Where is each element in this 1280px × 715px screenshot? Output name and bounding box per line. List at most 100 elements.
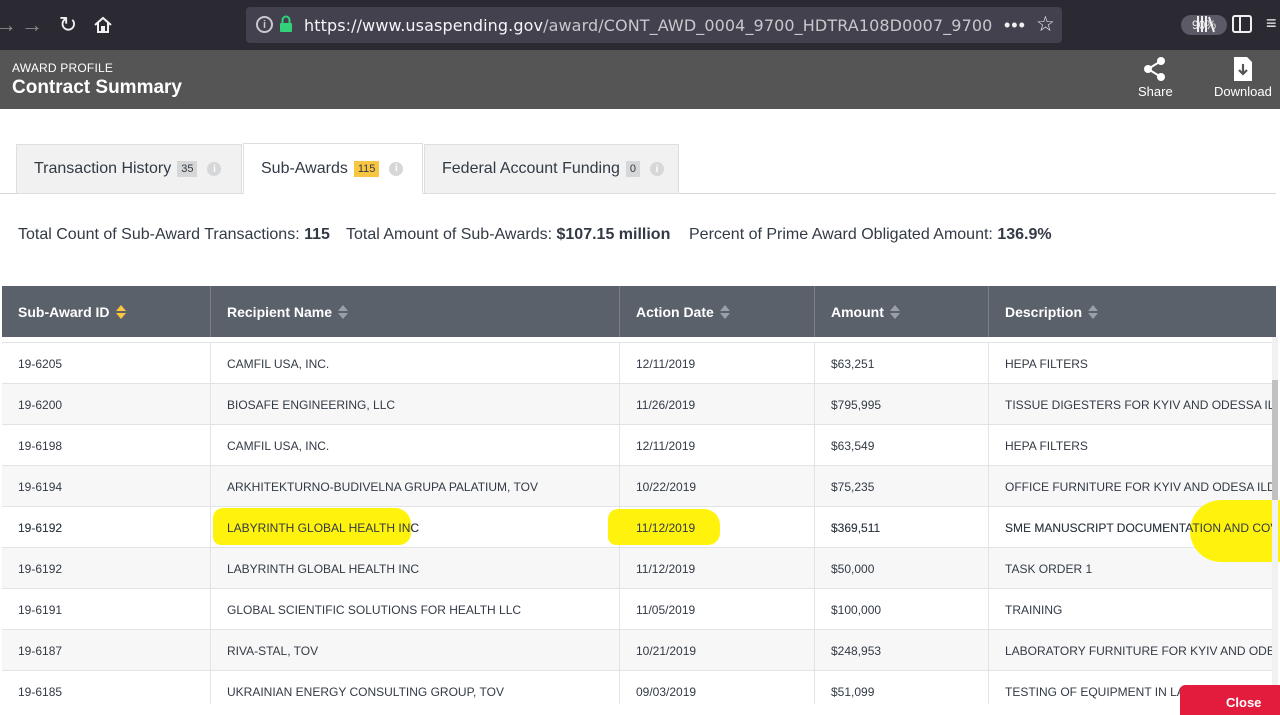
- column-label: Sub-Award ID: [18, 303, 110, 320]
- column-label: Action Date: [636, 303, 714, 320]
- share-button[interactable]: Share: [1138, 56, 1173, 99]
- highlight-mark: [1190, 500, 1280, 562]
- cell-amount: $63,251: [815, 343, 989, 384]
- table-row: 19-6192LABYRINTH GLOBAL HEALTH INC11/12/…: [2, 548, 1272, 589]
- cell-description: TISSUE DIGESTERS FOR KYIV AND ODESSA ILD: [1005, 397, 1272, 412]
- info-icon[interactable]: i: [389, 161, 404, 176]
- cell-recipient-name: CAMFIL USA, INC.: [211, 343, 620, 384]
- cell-description: HEPA FILTERS: [1005, 438, 1088, 453]
- summary-amount-value: $107.15 million: [556, 226, 671, 243]
- summary-amount: Total Amount of Sub-Awards: $107.15 mill…: [346, 226, 670, 244]
- cell-action-date: 11/12/2019: [620, 548, 815, 589]
- cell-recipient-name: ARKHITEKTURNO-BUDIVELNA GRUPA PALATIUM, …: [211, 466, 620, 507]
- browser-toolbar: → → ↻ i https://www.usaspending.gov/awar…: [0, 0, 1280, 50]
- cell-description: HEPA FILTERS: [1005, 356, 1088, 371]
- menu-icon[interactable]: ≡: [1266, 13, 1277, 34]
- tab-label: Transaction History: [34, 160, 172, 177]
- cell-recipient-name: GLOBAL SCIENTIFIC SOLUTIONS FOR HEALTH L…: [211, 589, 620, 630]
- table-row-partial: [2, 337, 1272, 343]
- close-label: Close: [1226, 695, 1262, 710]
- sort-icon[interactable]: [889, 304, 900, 319]
- cell-action-date: 10/21/2019: [620, 630, 815, 671]
- cell-amount: $100,000: [815, 589, 989, 630]
- cell-description: LABORATORY FURNITURE FOR KYIV AND ODESA …: [1005, 643, 1272, 658]
- cell-amount: $75,235: [815, 466, 989, 507]
- cell-sub-award-id: 19-6192: [2, 548, 211, 589]
- tab-count: 35: [177, 161, 198, 177]
- sort-icon[interactable]: [719, 304, 730, 319]
- library-icon[interactable]: [1196, 14, 1216, 39]
- reload-icon[interactable]: ↻: [54, 11, 82, 39]
- share-icon: [1144, 57, 1166, 81]
- summary-count-value: 115: [304, 226, 330, 243]
- cell-amount: $63,549: [815, 425, 989, 466]
- table-row: 19-6205 CAMFIL USA, INC. 12/11/2019 $63,251…: [2, 343, 1272, 384]
- download-icon: [1233, 57, 1252, 81]
- tab-label: Federal Account Funding: [442, 160, 620, 177]
- cell-amount: $369,511: [815, 507, 989, 548]
- table-row: 19-6200 BIOSAFE ENGINEERING, LLC 11/26/201…: [2, 384, 1272, 425]
- cell-recipient-name: RIVA-STAL, TOV: [211, 630, 620, 671]
- cell-sub-award-id: 19-6198: [2, 425, 211, 466]
- download-label: Download: [1214, 84, 1272, 99]
- sidebar-icon[interactable]: [1232, 15, 1252, 38]
- cell-amount: $50,000: [815, 548, 989, 589]
- tab-label: Sub-Awards: [261, 159, 348, 177]
- sort-icon[interactable]: [1088, 304, 1099, 319]
- scrollbar-thumb[interactable]: [1272, 380, 1278, 500]
- address-bar[interactable]: i https://www.usaspending.gov/award/CONT…: [246, 7, 1227, 43]
- lock-icon[interactable]: [279, 15, 293, 38]
- award-header: AWARD PROFILE Contract Summary Share Dow…: [0, 50, 1280, 109]
- info-icon[interactable]: i: [207, 162, 222, 176]
- column-label: Amount: [831, 303, 884, 320]
- download-button[interactable]: Download: [1214, 56, 1272, 99]
- cell-amount: $51,099: [815, 671, 989, 704]
- info-icon[interactable]: i: [650, 162, 665, 176]
- url-path: /award/CONT_AWD_0004_9700_HDTRA108D0007_…: [543, 16, 993, 35]
- bookmark-star-icon[interactable]: ☆: [1036, 12, 1055, 37]
- column-label: Description: [1005, 303, 1083, 320]
- cell-recipient-name: BIOSAFE ENGINEERING, LLC: [211, 384, 620, 425]
- table-header: Sub-Award ID Recipient Name Action Date …: [2, 286, 1276, 337]
- page-actions-icon[interactable]: •••: [1004, 15, 1026, 36]
- column-header-action-date[interactable]: Action Date: [620, 286, 815, 337]
- summary-amount-label: Total Amount of Sub-Awards:: [346, 226, 553, 243]
- cell-sub-award-id: 19-6205: [2, 343, 211, 384]
- tab-transaction-history[interactable]: Transaction History 35 i: [16, 144, 242, 194]
- cell-sub-award-id: 19-6191: [2, 589, 211, 630]
- table-row: 19-6187 RIVA-STAL, TOV 10/21/2019 $248,953 L…: [2, 630, 1272, 671]
- sort-icon[interactable]: [115, 304, 126, 319]
- table-row: 19-6185 UKRAINIAN ENERGY CONSULTING GROUP…: [2, 671, 1272, 704]
- close-button[interactable]: Close: [1180, 685, 1280, 715]
- column-header-recipient-name[interactable]: Recipient Name: [211, 286, 620, 337]
- info-icon[interactable]: i: [256, 16, 273, 33]
- cell-recipient-name: LABYRINTH GLOBAL HEALTH INC: [211, 548, 620, 589]
- cell-sub-award-id: 19-6185: [2, 671, 211, 704]
- cell-action-date: 11/26/2019: [620, 384, 815, 425]
- tab-sub-awards[interactable]: Sub-Awards 115 i: [243, 143, 423, 194]
- forward-icon[interactable]: →: [18, 11, 46, 39]
- back-icon[interactable]: →: [0, 11, 20, 39]
- summary-count-label: Total Count of Sub-Award Transactions:: [18, 226, 300, 243]
- summary-count: Total Count of Sub-Award Transactions: 1…: [18, 226, 330, 244]
- sort-icon[interactable]: [338, 304, 349, 319]
- cell-action-date: 10/22/2019: [620, 466, 815, 507]
- table-row: 19-6198 CAMFIL USA, INC. 12/11/2019 $63,549…: [2, 425, 1272, 466]
- column-header-sub-award-id[interactable]: Sub-Award ID: [2, 286, 211, 337]
- column-label: Recipient Name: [227, 303, 333, 320]
- summary-percent: Percent of Prime Award Obligated Amount:…: [689, 226, 1052, 244]
- column-header-description[interactable]: Description: [989, 286, 1276, 337]
- share-label: Share: [1138, 84, 1173, 99]
- cell-amount: $248,953: [815, 630, 989, 671]
- home-icon[interactable]: [89, 11, 117, 39]
- cell-action-date: 12/11/2019: [620, 343, 815, 384]
- cell-sub-award-id: 19-6187: [2, 630, 211, 671]
- cell-action-date: 11/05/2019: [620, 589, 815, 630]
- tab-count: 0: [625, 161, 641, 177]
- column-header-amount[interactable]: Amount: [815, 286, 989, 337]
- cell-sub-award-id: 19-6192: [2, 507, 211, 548]
- tab-federal-account-funding[interactable]: Federal Account Funding 0 i: [424, 144, 679, 194]
- table-row: 19-6194 ARKHITEKTURNO-BUDIVELNA GRUPA PAL…: [2, 466, 1272, 507]
- tab-count: 115: [353, 160, 380, 177]
- summary-percent-label: Percent of Prime Award Obligated Amount:: [689, 226, 993, 243]
